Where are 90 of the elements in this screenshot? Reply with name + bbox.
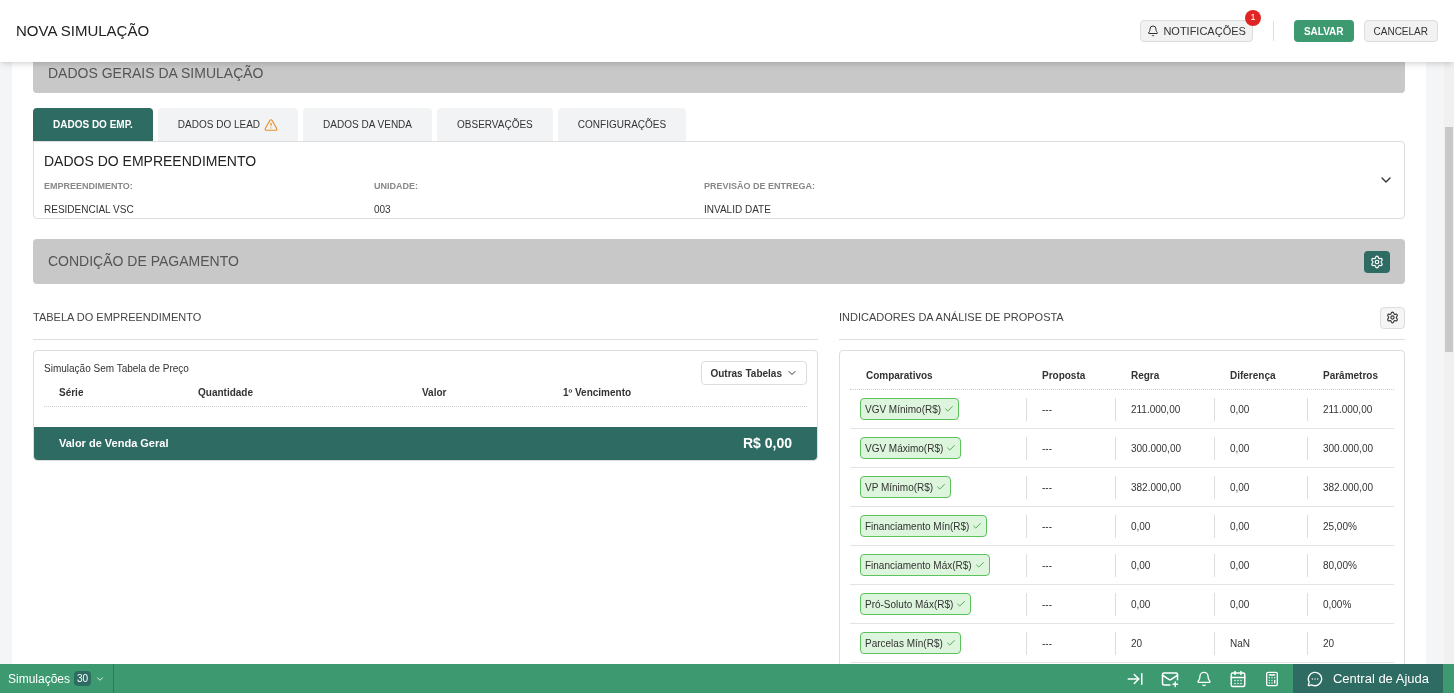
table-cell-text: 382.000,00 (1130, 480, 1182, 495)
column-header: Regra (1130, 369, 1161, 383)
gear-icon (1370, 254, 1384, 269)
total-label: Valor de Venda Geral (59, 436, 169, 452)
indicator-tag: Financiamento Máx(R$) (859, 554, 990, 576)
check-icon (944, 404, 955, 414)
indicator-tag: Parcelas Mín(R$) (859, 632, 961, 654)
other-tables-dropdown[interactable]: Outras Tabelas (701, 361, 807, 385)
column-header: Diferença (1229, 369, 1277, 383)
notification-badge: 1 (1244, 10, 1261, 26)
column-header: Proposta (1041, 369, 1087, 383)
tab[interactable]: CONFIGURAÇÕES (557, 108, 687, 141)
help-center-button[interactable]: Central de Ajuda (1292, 664, 1443, 693)
field-value: INVALID DATE (704, 202, 772, 217)
table-cell-text: 20 (1322, 636, 1335, 651)
table-cell-text: 211.000,00 (1130, 402, 1181, 417)
table-cell-text: 0,00 (1229, 441, 1250, 456)
table-cell-text: 211.000,00 (1322, 402, 1373, 417)
scrollbar-thumb[interactable] (1445, 127, 1453, 352)
settings-button[interactable] (1380, 306, 1405, 329)
card-title: DADOS DO EMPREENDIMENTO (44, 152, 258, 171)
table-cell-text: 25,00% (1322, 519, 1357, 534)
indicator-tag: VGV Mínimo(R$) (859, 398, 960, 420)
tab[interactable]: DADOS DA VENDA (303, 108, 432, 141)
simulations-button[interactable]: Simulações 30 (0, 664, 115, 693)
mail-plus-icon[interactable] (1160, 669, 1179, 688)
column-header: 1º Vencimento (563, 386, 633, 400)
check-icon (972, 521, 983, 531)
calendar-icon[interactable] (1228, 669, 1247, 688)
field-label: PREVISÃO DE ENTREGA: (704, 180, 816, 193)
save-button[interactable]: SALVAR (1293, 20, 1354, 42)
tab[interactable]: DADOS DO EMP. (33, 108, 153, 141)
table-cell-text: 0,00 (1130, 558, 1151, 573)
table-cell-text: 300.000,00 (1130, 441, 1182, 456)
field-label: EMPREENDIMENTO: (44, 180, 134, 193)
table-cell-text: 0,00 (1229, 558, 1250, 573)
table-cell-text: --- (1041, 597, 1052, 612)
check-icon (936, 482, 947, 492)
tab[interactable]: DADOS DO LEAD (157, 108, 299, 141)
chat-bubble-icon (1306, 670, 1323, 687)
field-label: UNIDADE: (374, 180, 419, 193)
check-icon (946, 443, 957, 453)
table-subtitle: Simulação Sem Tabela de Preço (44, 362, 189, 376)
table-cell-text: 0,00 (1130, 597, 1151, 612)
page-title: NOVA SIMULAÇÃO (16, 20, 150, 41)
column-header: Série (59, 386, 85, 400)
check-icon (956, 599, 967, 609)
count-badge: 30 (74, 671, 92, 686)
table-cell-text: 0,00 (1229, 597, 1250, 612)
bell-icon[interactable] (1195, 670, 1212, 687)
section-title: CONDIÇÃO DE PAGAMENTO (48, 252, 239, 271)
panel-title: INDICADORES DA ANÁLISE DE PROPOSTA (838, 310, 1064, 326)
bell-icon (1147, 25, 1160, 37)
table-cell-text: 382.000,00 (1322, 480, 1374, 495)
gear-icon (1386, 311, 1399, 324)
table-cell-text: --- (1041, 519, 1052, 534)
panel-title: TABELA DO EMPREENDIMENTO (33, 310, 202, 326)
indicator-tag: VGV Máximo(R$) (859, 437, 962, 459)
column-header: Comparativos (865, 369, 934, 383)
table-cell-text: 0,00 (1229, 402, 1250, 417)
total-value: R$ 0,00 (742, 434, 792, 453)
table-cell-text: 0,00 (1229, 519, 1250, 534)
indicator-tag: Financiamento Mín(R$) (859, 515, 988, 537)
table-cell-text: 0,00 (1229, 480, 1250, 495)
column-header: Parâmetros (1322, 369, 1378, 383)
tab[interactable]: OBSERVAÇÕES (437, 108, 553, 141)
table-cell-text: --- (1041, 558, 1052, 573)
field-value: RESIDENCIAL VSC (44, 202, 135, 217)
table-cell-text: 300.000,00 (1322, 441, 1374, 456)
indicator-tag: Pró-Soluto Máx(R$) (859, 593, 972, 615)
calculator-icon[interactable] (1263, 670, 1280, 687)
table-cell-text: 80,00% (1322, 558, 1357, 573)
table-cell-text: --- (1041, 636, 1052, 651)
column-header: Quantidade (198, 386, 254, 400)
table-cell-text: --- (1041, 441, 1052, 456)
column-header: Valor (422, 386, 448, 400)
table-cell-text: 0,00 (1130, 519, 1151, 534)
check-icon (974, 560, 985, 570)
section-title: DADOS GERAIS DA SIMULAÇÃO (48, 64, 264, 83)
settings-button[interactable] (1364, 250, 1390, 273)
table-cell-text: --- (1041, 480, 1052, 495)
table-cell-text: --- (1041, 402, 1052, 417)
notifications-button[interactable]: NOTIFICAÇÕES (1140, 20, 1253, 42)
table-cell-text: 0,00% (1322, 597, 1352, 612)
field-value: 003 (374, 202, 392, 217)
cancel-button[interactable]: CANCELAR (1363, 20, 1438, 42)
check-icon (945, 638, 956, 648)
indicator-tag: VP Mínimo(R$) (859, 476, 952, 498)
table-cell-text: NaN (1229, 636, 1250, 651)
table-cell-text: 20 (1130, 636, 1143, 651)
